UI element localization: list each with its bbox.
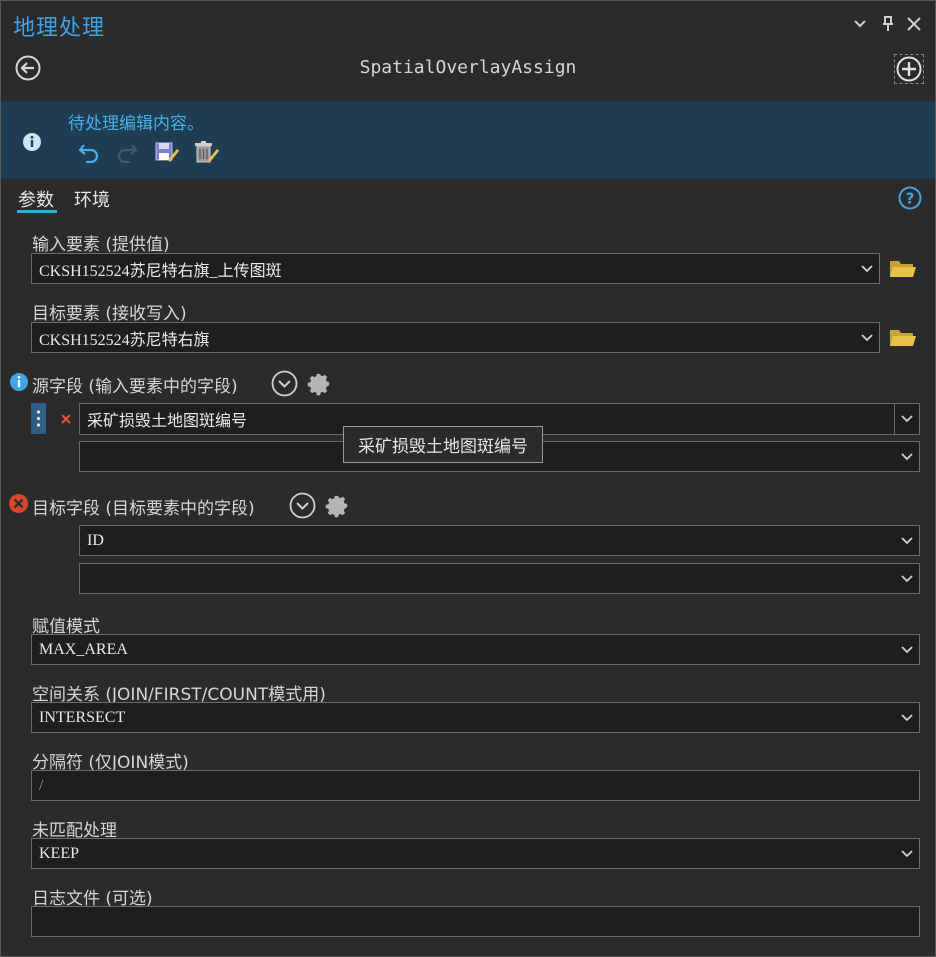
target-fields-label: 目标字段 (目标要素中的字段) xyxy=(32,499,255,519)
target-field-dropdown-empty[interactable] xyxy=(79,563,920,594)
chevron-down-icon[interactable] xyxy=(850,13,870,35)
target-field-dropdown[interactable]: ID xyxy=(79,525,920,556)
source-fields-label: 源字段 (输入要素中的字段) xyxy=(32,377,238,397)
tab-environments[interactable]: 环境 xyxy=(74,186,110,212)
tool-name: SpatialOverlayAssign xyxy=(359,57,577,78)
close-icon[interactable] xyxy=(904,13,924,35)
expand-chevron-icon[interactable] xyxy=(271,370,298,397)
pending-edits-message: 待处理编辑内容。 xyxy=(68,114,204,134)
unmatched-dropdown[interactable]: KEEP xyxy=(31,838,920,869)
separator-input[interactable]: / xyxy=(31,770,920,801)
info-icon xyxy=(9,372,29,392)
tooltip: 采矿损毁土地图斑编号 xyxy=(343,426,543,463)
discard-edits-icon[interactable] xyxy=(193,138,221,166)
remove-icon[interactable] xyxy=(58,411,74,427)
chevron-down-icon xyxy=(855,254,879,283)
chevron-down-icon xyxy=(895,442,919,471)
target-field-value: ID xyxy=(87,531,104,549)
expand-chevron-icon[interactable] xyxy=(289,492,316,519)
target-features-value: CKSH152524苏尼特右旗 xyxy=(39,331,210,349)
tab-parameters[interactable]: 参数 xyxy=(18,186,54,212)
gear-icon[interactable] xyxy=(325,493,350,518)
input-features-value: CKSH152524苏尼特右旗_上传图斑 xyxy=(39,262,282,280)
geoprocessing-pane: 地理处理 SpatialOverlayAssign 待处理编辑内容。 参数 环境… xyxy=(0,0,936,957)
chevron-down-icon xyxy=(895,839,919,868)
assign-mode-dropdown[interactable]: MAX_AREA xyxy=(31,634,920,665)
chevron-down-icon xyxy=(895,703,919,732)
assign-mode-value: MAX_AREA xyxy=(39,640,128,658)
chevron-down-icon xyxy=(895,526,919,555)
error-icon xyxy=(8,493,29,514)
chevron-down-icon xyxy=(894,404,919,434)
drag-handle[interactable] xyxy=(31,403,46,434)
redo-icon[interactable] xyxy=(113,138,141,166)
help-icon[interactable]: ? xyxy=(898,186,922,210)
spatial-relation-dropdown[interactable]: INTERSECT xyxy=(31,702,920,733)
separator-value: / xyxy=(39,776,44,794)
log-file-input[interactable] xyxy=(31,906,920,937)
svg-text:?: ? xyxy=(906,190,915,208)
info-icon xyxy=(22,132,42,152)
tab-selected-indicator xyxy=(17,210,57,213)
folder-icon[interactable] xyxy=(889,257,919,281)
chevron-down-icon xyxy=(895,635,919,664)
target-features-label: 目标要素 (接收写入) xyxy=(32,304,187,324)
unmatched-value: KEEP xyxy=(39,844,79,862)
undo-icon[interactable] xyxy=(75,138,103,166)
chevron-down-icon xyxy=(895,564,919,593)
gear-icon[interactable] xyxy=(307,371,332,396)
input-features-dropdown[interactable]: CKSH152524苏尼特右旗_上传图斑 xyxy=(31,253,880,284)
input-features-label: 输入要素 (提供值) xyxy=(32,235,170,255)
add-icon[interactable] xyxy=(894,54,924,84)
spatial-relation-value: INTERSECT xyxy=(39,708,126,726)
folder-icon[interactable] xyxy=(889,326,919,350)
pin-icon[interactable] xyxy=(878,13,898,35)
save-edits-icon[interactable] xyxy=(153,138,181,166)
pane-title: 地理处理 xyxy=(13,16,106,41)
target-features-dropdown[interactable]: CKSH152524苏尼特右旗 xyxy=(31,322,880,353)
chevron-down-icon xyxy=(855,323,879,352)
